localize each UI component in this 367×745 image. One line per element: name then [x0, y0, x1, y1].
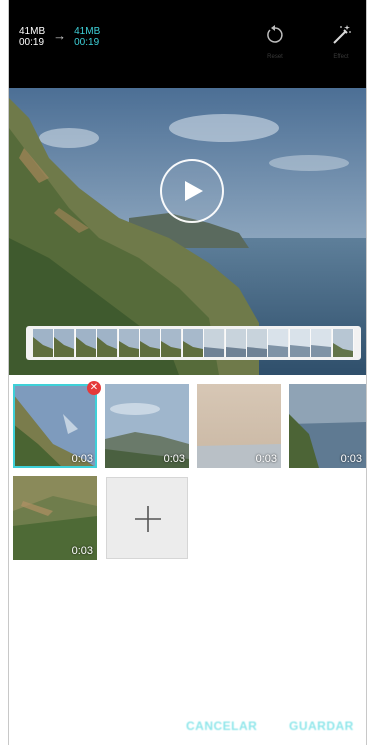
arrow-right-icon: → [53, 28, 67, 43]
timeline-frame [118, 329, 141, 357]
timeline-frame [75, 329, 98, 357]
clip-duration: 0:03 [163, 453, 185, 465]
top-bar: 41MB 00:19 → 41MB 00:19 Reset Effect [9, 0, 366, 88]
timeline-frame [289, 329, 312, 357]
effect-button[interactable]: Effect [321, 24, 361, 74]
remove-clip-button[interactable]: ✕ [87, 381, 101, 395]
new-duration: 00:19 [74, 37, 100, 48]
timeline-frame [54, 329, 76, 357]
timeline-frame [182, 329, 205, 357]
timeline-scrubber[interactable] [26, 326, 361, 360]
undo-label: Reset [267, 54, 283, 60]
original-file-info: 41MB 00:19 [19, 26, 45, 48]
timeline-frames [33, 329, 354, 357]
timeline-frame [204, 329, 226, 357]
clip-duration: 0:03 [255, 453, 277, 465]
timeline-frame [225, 329, 248, 357]
original-size: 41MB [19, 26, 46, 37]
timeline-frame [140, 329, 162, 357]
magic-wand-icon [333, 25, 351, 44]
close-icon: ✕ [89, 382, 99, 393]
undo-button[interactable]: Reset [255, 24, 295, 74]
effect-label: Effect [333, 54, 349, 60]
timeline-frame [33, 329, 55, 357]
clip-thumbnail[interactable]: 0:03 [289, 384, 366, 468]
play-button[interactable] [160, 159, 224, 223]
clip-thumbnail[interactable]: 0:03 [13, 384, 97, 468]
add-clip-button[interactable] [106, 477, 188, 559]
timeline-frame [247, 329, 269, 357]
new-size: 41MB [74, 26, 101, 37]
file-size-info: 41MB 00:19 → 41MB 00:19 [19, 26, 100, 48]
play-icon [185, 181, 203, 201]
new-file-info: 41MB 00:19 [74, 26, 100, 48]
timeline-frame [332, 329, 354, 357]
original-duration: 00:19 [19, 37, 45, 48]
timeline-frame [161, 329, 183, 357]
timeline-frame [268, 329, 290, 357]
plus-icon [135, 506, 161, 532]
video-preview[interactable] [9, 88, 366, 375]
clip-thumbnail[interactable]: 0:03 [105, 384, 189, 468]
clip-duration: 0:03 [71, 453, 93, 465]
timeline-frame [97, 329, 119, 357]
clip-duration: 0:03 [340, 453, 362, 465]
timeline-frame [311, 329, 333, 357]
save-button[interactable]: GUARDAR [289, 719, 354, 733]
clip-thumbnail[interactable]: 0:03 [197, 384, 281, 468]
undo-icon [267, 25, 283, 43]
clip-duration: 0:03 [71, 545, 93, 557]
clip-thumbnail[interactable]: 0:03 [13, 476, 97, 560]
cancel-button[interactable]: CANCELAR [186, 719, 257, 733]
